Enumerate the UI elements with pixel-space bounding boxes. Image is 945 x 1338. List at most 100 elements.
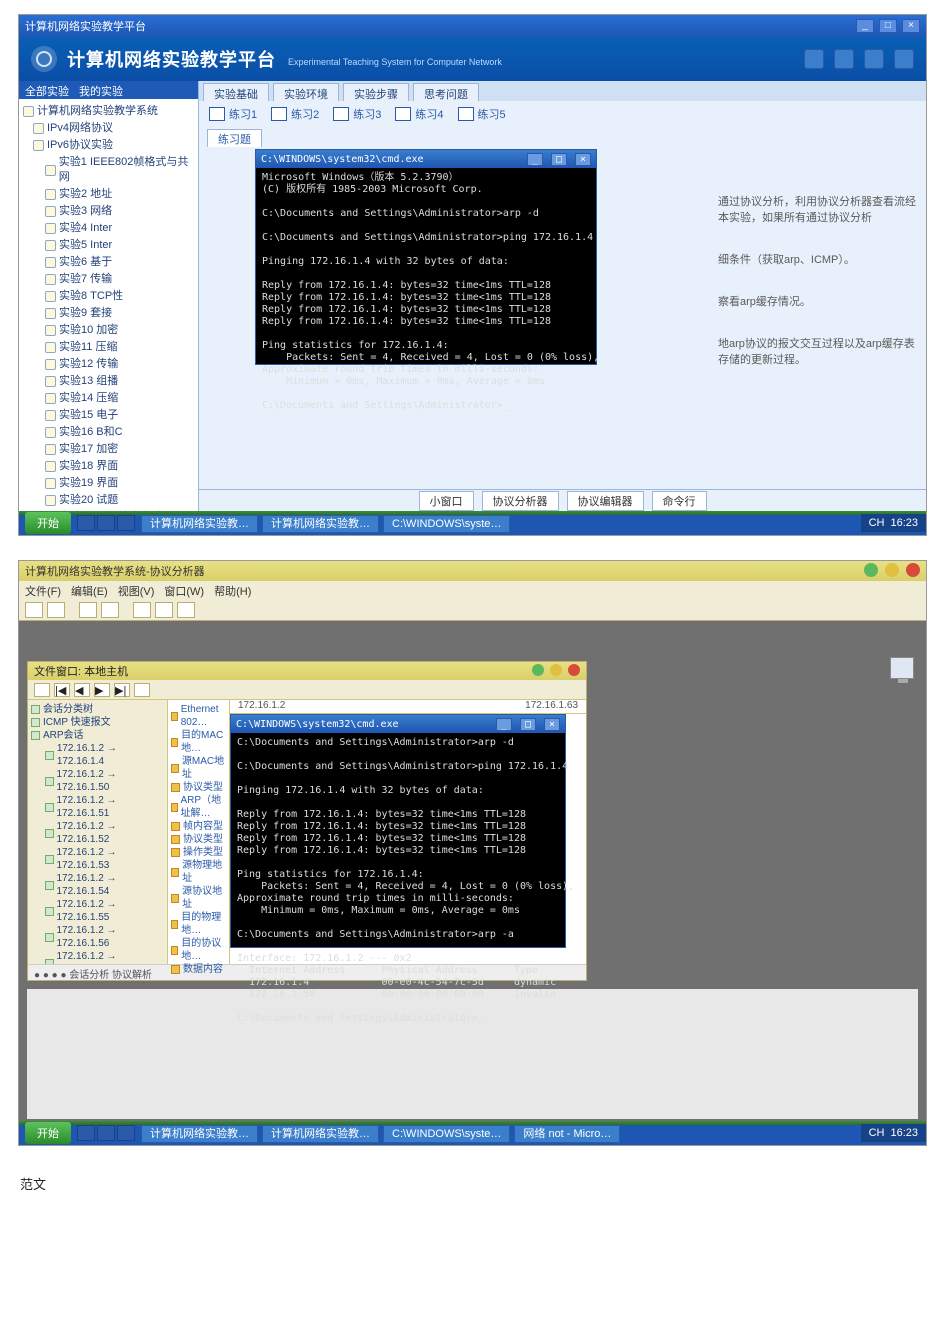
tool-icon[interactable] [79,602,97,618]
tree-item[interactable]: 172.16.1.2 → 172.16.1.57 [31,950,164,964]
tree-item[interactable]: 实验6 基于 [23,254,196,271]
ql-icon[interactable] [77,1125,95,1141]
tree-item[interactable]: 172.16.1.2 → 172.16.1.4 [31,742,164,768]
minimize-icon[interactable] [864,563,878,577]
minimize-icon[interactable] [532,664,544,676]
menu-item[interactable]: 帮助(H) [214,583,251,597]
experiment-tree[interactable]: 计算机网络实验教学系统IPv4网络协议IPv6协议实验实验1 IEEE802帧格… [19,99,198,511]
maximize-icon[interactable]: □ [879,19,897,33]
field-item[interactable]: 协议类型 [171,833,226,846]
taskbar-task[interactable]: 网络 not - Micro… [514,1125,620,1143]
monitor-icon[interactable] [890,657,914,679]
ql-icon[interactable] [77,515,95,531]
window-titlebar[interactable]: 计算机网络实验教学平台 _ □ × [19,15,926,37]
main-tab[interactable]: 实验步骤 [343,83,409,101]
menu-item[interactable]: 文件(F) [25,583,61,597]
tree-item[interactable]: 实验3 网络 [23,203,196,220]
tree-item[interactable]: 实验13 组播 [23,373,196,390]
cmd-titlebar[interactable]: C:\WINDOWS\system32\cmd.exe _ □ × [256,150,596,168]
tree-item[interactable]: 计算机网络实验教学系统 [23,103,196,120]
main-tab[interactable]: 思考问题 [413,83,479,101]
close-icon[interactable]: × [544,718,560,731]
close-icon[interactable] [568,664,580,676]
tree-item[interactable]: 实验21 IPv4综合实验 [23,509,196,511]
tree-folder[interactable]: ICMP 快速报文 [31,716,164,729]
exercise-button[interactable]: 练习题 [207,129,262,149]
tree-item[interactable]: 实验4 Inter [23,220,196,237]
tool-icon[interactable] [25,602,43,618]
taskbar-task[interactable]: 计算机网络实验教… [141,515,258,533]
tree-folder[interactable]: 会话分类树 [31,703,164,716]
ql-icon[interactable] [97,1125,115,1141]
nav-next-icon[interactable]: ▶ [94,683,110,697]
header-icon[interactable] [864,49,884,69]
tree-item[interactable]: 实验11 压缩 [23,339,196,356]
cmd-titlebar[interactable]: C:\WINDOWS\system32\cmd.exe _ □ × [231,715,565,733]
tree-item[interactable]: IPv6协议实验 [23,137,196,154]
menu-item[interactable]: 编辑(E) [71,583,108,597]
menu-item[interactable]: 窗口(W) [164,583,204,597]
tool-icon[interactable] [177,602,195,618]
close-icon[interactable]: × [902,19,920,33]
taskbar-task[interactable]: 计算机网络实验教… [262,515,379,533]
station-item[interactable]: 练习3 [333,106,381,122]
tree-item[interactable]: 实验16 B和C [23,424,196,441]
tree-item[interactable]: 172.16.1.2 → 172.16.1.56 [31,924,164,950]
bottom-button[interactable]: 协议分析器 [482,491,559,511]
left-tab[interactable]: 全部实验 [25,83,69,97]
bottom-button[interactable]: 小窗口 [419,491,474,511]
taskbar[interactable]: 开始 计算机网络实验教…计算机网络实验教…C:\WINDOWS\syste…网络… [19,1121,926,1145]
capture-titlebar[interactable]: 文件窗口: 本地主机 [28,662,586,680]
field-item[interactable]: ARP（地址解… [171,794,226,820]
field-item[interactable]: 目的MAC地… [171,729,226,755]
minimize-icon[interactable]: _ [527,153,543,166]
tool-icon[interactable] [155,602,173,618]
field-list[interactable]: Ethernet 802…目的MAC地…源MAC地址协议类型ARP（地址解…帧内… [168,700,230,964]
close-icon[interactable]: × [575,153,591,166]
main-tab[interactable]: 实验环境 [273,83,339,101]
analyzer-titlebar[interactable]: 计算机网络实验教学系统-协议分析器 [19,561,926,581]
field-item[interactable]: 数据内容 [171,963,226,976]
header-icon[interactable] [834,49,854,69]
tree-item[interactable]: 实验2 地址 [23,186,196,203]
left-tab[interactable]: 我的实验 [79,83,123,97]
maximize-icon[interactable] [885,563,899,577]
minimize-icon[interactable]: _ [856,19,874,33]
capture-window[interactable]: 文件窗口: 本地主机 |◀ ◀ ▶ ▶| 会话分类树ICMP 快速报文ARP会话… [27,661,587,981]
tree-item[interactable]: 172.16.1.2 → 172.16.1.53 [31,846,164,872]
maximize-icon[interactable]: □ [520,718,536,731]
tree-item[interactable]: 实验14 压缩 [23,390,196,407]
maximize-icon[interactable]: □ [551,153,567,166]
quick-launch[interactable] [77,1125,135,1141]
tree-item[interactable]: 172.16.1.2 → 172.16.1.51 [31,794,164,820]
tool-icon[interactable] [101,602,119,618]
tool-icon[interactable] [34,683,50,697]
menu-bar[interactable]: 文件(F) 编辑(E) 视图(V) 窗口(W) 帮助(H) [19,581,926,599]
tree-item[interactable]: 实验9 套接 [23,305,196,322]
tree-item[interactable]: 172.16.1.2 → 172.16.1.55 [31,898,164,924]
field-item[interactable]: 目的协议地… [171,937,226,963]
nav-last-icon[interactable]: ▶| [114,683,130,697]
tree-item[interactable]: 实验8 TCP性 [23,288,196,305]
taskbar-task[interactable]: 计算机网络实验教… [262,1125,379,1143]
ql-icon[interactable] [117,515,135,531]
tree-item[interactable]: IPv4网络协议 [23,120,196,137]
station-item[interactable]: 练习1 [209,106,257,122]
start-button[interactable]: 开始 [25,512,71,534]
tree-item[interactable]: 172.16.1.2 → 172.16.1.50 [31,768,164,794]
maximize-icon[interactable] [550,664,562,676]
field-item[interactable]: Ethernet 802… [171,703,226,729]
tool-icon[interactable] [134,683,150,697]
capture-toolbar[interactable]: |◀ ◀ ▶ ▶| [28,680,586,700]
station-item[interactable]: 练习5 [458,106,506,122]
menu-item[interactable]: 视图(V) [118,583,155,597]
minimize-icon[interactable]: _ [496,718,512,731]
tray-lang[interactable]: CH [869,517,885,529]
quick-launch[interactable] [77,515,135,531]
field-item[interactable]: 源物理地址 [171,859,226,885]
tree-item[interactable]: 172.16.1.2 → 172.16.1.54 [31,872,164,898]
header-icon[interactable] [894,49,914,69]
field-item[interactable]: 操作类型 [171,846,226,859]
tool-icon[interactable] [47,602,65,618]
window-controls[interactable] [860,563,920,580]
